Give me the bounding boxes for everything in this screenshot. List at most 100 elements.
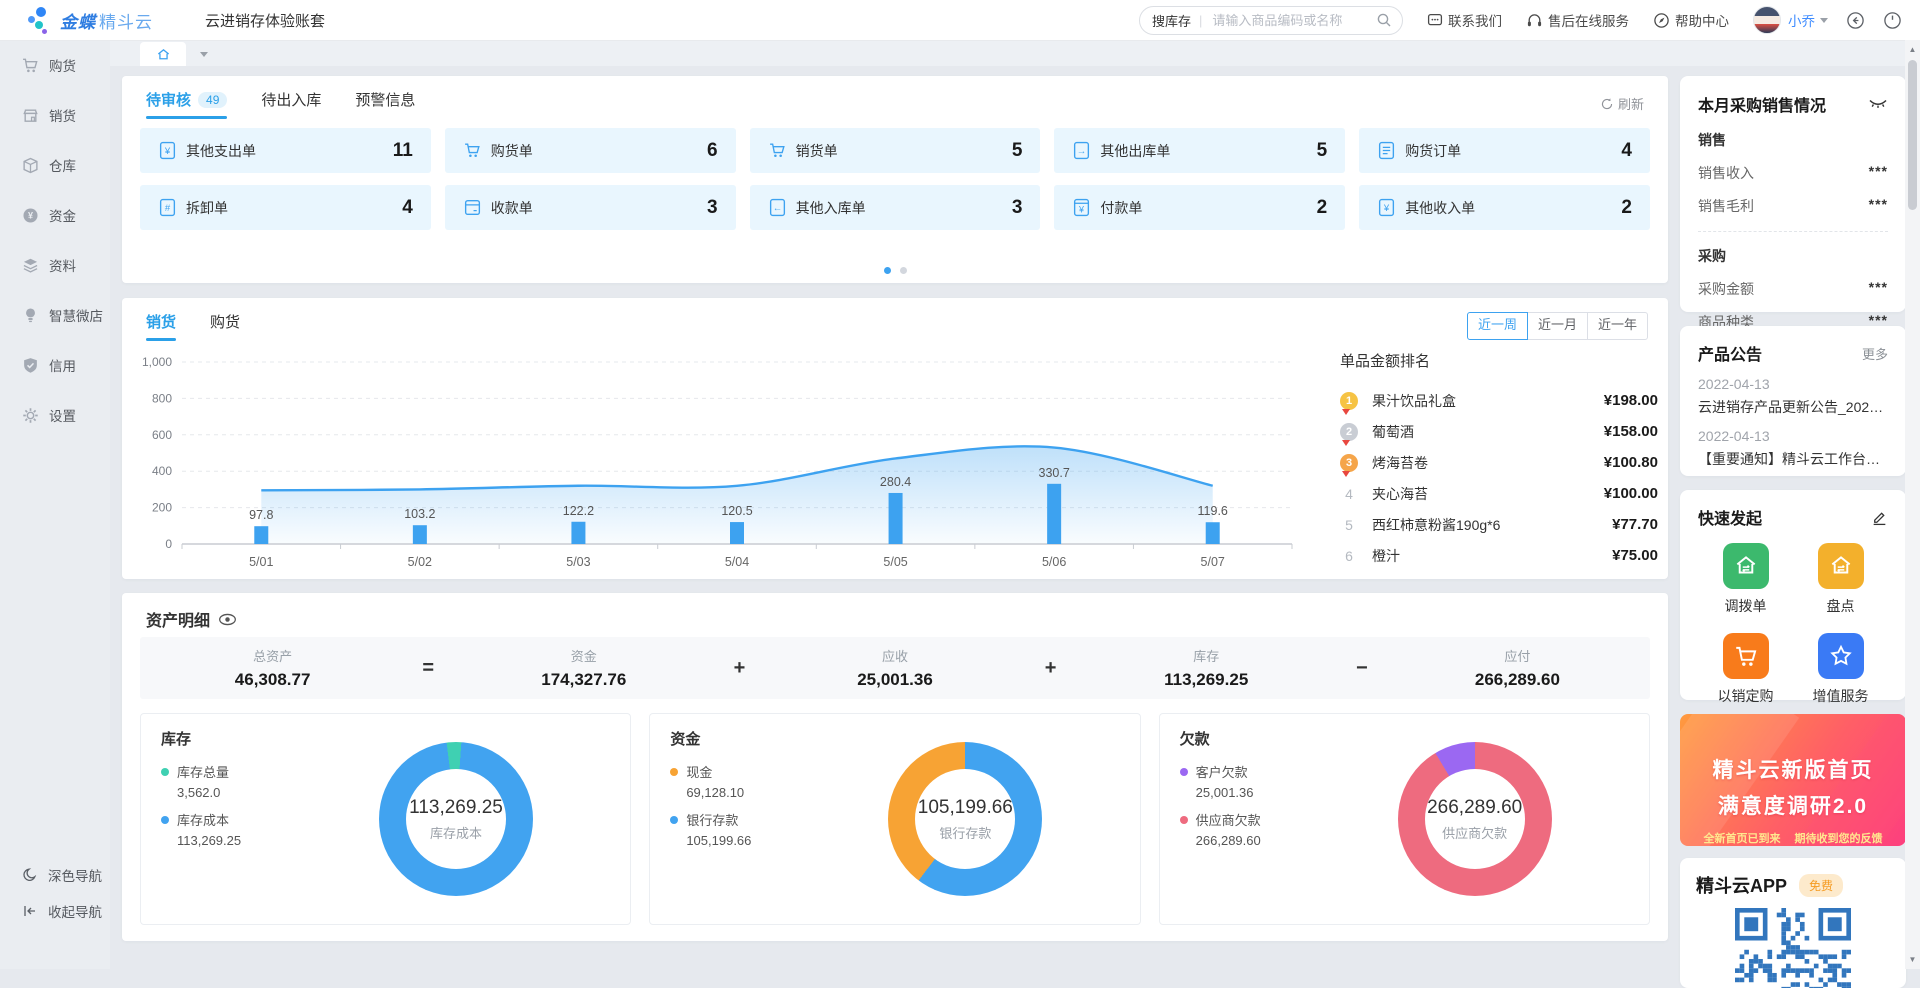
help-center-link[interactable]: 帮助中心 bbox=[1653, 10, 1729, 30]
svg-text:¥: ¥ bbox=[1078, 204, 1084, 214]
todo-card-payment[interactable]: ¥ 付款单 2 bbox=[1054, 185, 1345, 230]
ranking-row-1[interactable]: 1 果汁饮品礼盒 ¥198.00 bbox=[1340, 385, 1658, 416]
sidebar-item-smart-store[interactable]: 智慧微店 bbox=[0, 290, 110, 340]
tab-pending-review[interactable]: 待审核 49 bbox=[146, 89, 227, 119]
debt-donut-card: 欠款 客户欠款 25,001.36 供应商欠款 266,289.60 266,2… bbox=[1159, 713, 1650, 925]
pagination-dot-1[interactable] bbox=[884, 267, 891, 274]
chat-icon bbox=[1427, 12, 1443, 28]
tab-sales-trend[interactable]: 销货 bbox=[146, 311, 176, 341]
ranking-row-2[interactable]: 2 葡萄酒 ¥158.00 bbox=[1340, 416, 1658, 447]
more-link[interactable]: 更多 bbox=[1862, 344, 1888, 363]
svg-text:200: 200 bbox=[152, 501, 172, 515]
inventory-donut-card: 库存 库存总量 3,562.0 库存成本 113,269.25 113,269.… bbox=[140, 713, 631, 925]
svg-text:280.4: 280.4 bbox=[880, 475, 911, 489]
todo-card-purchase-order[interactable]: 购货单 6 bbox=[445, 128, 736, 173]
page-scrollbar[interactable]: ▲ ▼ bbox=[1905, 40, 1920, 969]
svg-text:1,000: 1,000 bbox=[142, 355, 172, 369]
todo-card-receipt[interactable]: 收款单 3 bbox=[445, 185, 736, 230]
todo-card-purchase-request[interactable]: 购货订单 4 bbox=[1359, 128, 1650, 173]
todo-pagination-dots bbox=[122, 267, 1668, 274]
svg-text:5/07: 5/07 bbox=[1201, 555, 1225, 569]
back-button[interactable] bbox=[1846, 11, 1865, 30]
range-last-week-button[interactable]: 近一周 bbox=[1467, 312, 1528, 340]
item-amount-ranking: 单品金额排名 1 果汁饮品礼盒 ¥198.00 2 葡萄酒 ¥158.00 3 … bbox=[1340, 350, 1658, 571]
ranking-row-6[interactable]: 6 橙汁 ¥75.00 bbox=[1340, 540, 1658, 571]
sidebar-item-funds[interactable]: ¥ 资金 bbox=[0, 190, 110, 240]
order-clipboard-icon bbox=[1377, 141, 1396, 160]
collapse-nav-button[interactable]: 收起导航 bbox=[0, 893, 110, 929]
sales-purchase-cart-icon bbox=[1723, 633, 1769, 679]
tab-purchase-trend[interactable]: 购货 bbox=[210, 311, 240, 341]
layers-icon bbox=[22, 257, 39, 274]
quick-sales-based-purchase[interactable]: 以销定购 bbox=[1698, 633, 1793, 706]
svg-text:#: # bbox=[165, 203, 171, 214]
ranking-row-3[interactable]: 3 烤海苔卷 ¥100.80 bbox=[1340, 447, 1658, 478]
assets-formula-strip: 总资产 46,308.77 = 资金 174,327.76 + 应收 25,00… bbox=[140, 637, 1650, 699]
logo-dots-icon bbox=[26, 7, 52, 33]
todo-card-other-income[interactable]: ¥ 其他收入单 2 bbox=[1359, 185, 1650, 230]
edit-pencil-icon[interactable] bbox=[1871, 509, 1888, 526]
announcement-link-2[interactable]: 【重要通知】精斗云工作台域... bbox=[1698, 449, 1888, 469]
help-center-icon bbox=[1653, 12, 1670, 29]
minus-operator: − bbox=[1339, 657, 1385, 680]
todo-card-other-expense[interactable]: ¥ 其他支出单 11 bbox=[140, 128, 431, 173]
tab-warning-info[interactable]: 预警信息 bbox=[355, 89, 415, 119]
settings-gear-icon bbox=[22, 407, 39, 424]
sidebar-item-settings[interactable]: 设置 bbox=[0, 390, 110, 440]
contact-us-link[interactable]: 联系我们 bbox=[1427, 10, 1502, 30]
sales-profit-row: 销售毛利*** bbox=[1698, 196, 1888, 216]
todo-card-other-outbound[interactable]: → 其他出库单 5 bbox=[1054, 128, 1345, 173]
pagination-dot-2[interactable] bbox=[900, 267, 907, 274]
user-avatar[interactable] bbox=[1753, 6, 1781, 34]
survey-banner[interactable]: 精斗云新版首页 满意度调研2.0 全新首页已到来 期待收到您的反馈 bbox=[1680, 714, 1906, 846]
search-icon[interactable] bbox=[1376, 12, 1392, 28]
app-title: 精斗云APP bbox=[1696, 872, 1787, 898]
todo-card-other-inbound[interactable]: ← 其他入库单 3 bbox=[750, 185, 1041, 230]
scroll-down-arrow[interactable]: ▼ bbox=[1905, 952, 1920, 967]
home-tab[interactable] bbox=[140, 42, 186, 66]
quick-stocktake[interactable]: 盘点 bbox=[1793, 543, 1888, 616]
gold-medal-icon: 1 bbox=[1340, 392, 1358, 410]
ranking-row-5[interactable]: 5 西红柿意粉酱190g*6 ¥77.70 bbox=[1340, 509, 1658, 540]
tab-list-dropdown[interactable] bbox=[192, 42, 210, 66]
inbound-doc-icon: ← bbox=[768, 198, 787, 217]
eye-visibility-icon[interactable] bbox=[218, 613, 237, 626]
income-doc-icon: ¥ bbox=[1377, 198, 1396, 217]
svg-text:600: 600 bbox=[152, 428, 172, 442]
after-sales-service-link[interactable]: 售后在线服务 bbox=[1526, 10, 1629, 30]
kingdee-logo[interactable]: 金蝶 精斗云 bbox=[26, 7, 153, 33]
tab-pending-inout[interactable]: 待出入库 bbox=[261, 89, 321, 119]
quick-transfer-order[interactable]: 调拨单 bbox=[1698, 543, 1793, 616]
scroll-up-arrow[interactable]: ▲ bbox=[1905, 42, 1920, 57]
ranking-row-4[interactable]: 4 夹心海苔 ¥100.00 bbox=[1340, 478, 1658, 509]
sidebar-item-credit[interactable]: 信用 bbox=[0, 340, 110, 390]
todo-card-disassembly[interactable]: # 拆卸单 4 bbox=[140, 185, 431, 230]
sidebar-item-purchase[interactable]: 购货 bbox=[0, 40, 110, 90]
logout-button[interactable] bbox=[1883, 11, 1902, 30]
user-name[interactable]: 小乔 bbox=[1788, 10, 1815, 30]
quick-launch-title: 快速发起 bbox=[1698, 505, 1762, 529]
dark-nav-toggle[interactable]: 深色导航 bbox=[0, 857, 110, 893]
sales-trend-chart: 02004006008001,00097.85/01103.25/02122.2… bbox=[132, 348, 1317, 573]
search-box[interactable]: 搜库存 | bbox=[1139, 6, 1403, 35]
sidebar-item-materials[interactable]: 资料 bbox=[0, 240, 110, 290]
stocktake-house-icon bbox=[1818, 543, 1864, 589]
sidebar-item-warehouse[interactable]: 仓库 bbox=[0, 140, 110, 190]
announcement-link-1[interactable]: 云进销存产品更新公告_20220... bbox=[1698, 397, 1888, 417]
svg-text:800: 800 bbox=[152, 391, 172, 405]
range-last-month-button[interactable]: 近一月 bbox=[1527, 312, 1588, 340]
search-category-selector[interactable]: 搜库存 bbox=[1152, 11, 1191, 30]
eye-closed-icon[interactable] bbox=[1868, 98, 1888, 110]
svg-text:400: 400 bbox=[152, 464, 172, 478]
scrollbar-thumb[interactable] bbox=[1908, 60, 1917, 210]
range-last-year-button[interactable]: 近一年 bbox=[1587, 312, 1648, 340]
user-menu-chevron-down-icon[interactable] bbox=[1820, 18, 1828, 23]
refresh-button[interactable]: 刷新 bbox=[1600, 94, 1644, 113]
brand-bold: 金蝶 bbox=[60, 8, 96, 33]
equals-operator: = bbox=[405, 657, 451, 680]
quick-value-added-service[interactable]: 增值服务 bbox=[1793, 633, 1888, 706]
search-input[interactable] bbox=[1210, 12, 1376, 29]
svg-text:97.8: 97.8 bbox=[249, 508, 273, 522]
todo-card-sales-order[interactable]: 销货单 5 bbox=[750, 128, 1041, 173]
sidebar-item-sales[interactable]: 销货 bbox=[0, 90, 110, 140]
